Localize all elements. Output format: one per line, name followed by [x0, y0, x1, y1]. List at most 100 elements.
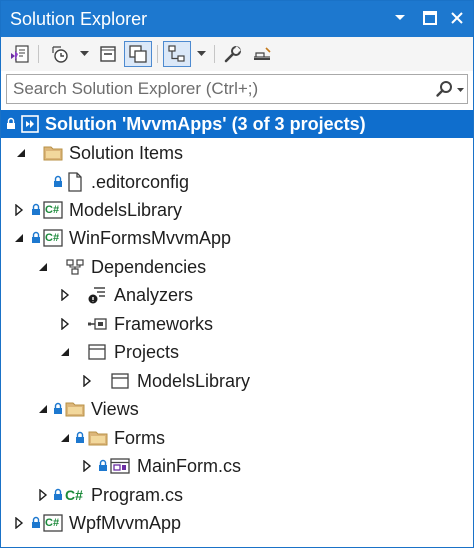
- tree-item-editorconfig[interactable]: .editorconfig: [1, 168, 473, 196]
- preview-icon: [254, 47, 271, 60]
- csharp-project-icon: C#: [43, 228, 63, 248]
- csharp-badge: C#: [45, 232, 60, 244]
- csharp-project-icon: C#: [43, 513, 63, 533]
- tree-item-projects[interactable]: Projects: [1, 338, 473, 366]
- show-all-files-button[interactable]: [124, 41, 152, 67]
- tree-item-label: Views: [91, 399, 139, 419]
- project-reference-icon: [111, 373, 129, 389]
- lock-icon: [76, 431, 84, 443]
- dependencies-icon: [66, 259, 84, 275]
- folder-icon: [43, 146, 63, 161]
- window-title: Solution Explorer: [10, 9, 148, 29]
- lock-icon: [54, 488, 62, 500]
- hierarchy-icon: [168, 45, 185, 62]
- lock-icon: [99, 459, 107, 471]
- projects-reference-icon: [88, 344, 106, 360]
- tree-item-label: MainForm.cs: [137, 456, 242, 476]
- lock-icon: [32, 516, 40, 528]
- lock-icon: [32, 203, 40, 215]
- expanded-arrow-icon[interactable]: [37, 403, 49, 415]
- tree-item-label: ModelsLibrary: [137, 371, 251, 391]
- expanded-arrow-icon[interactable]: [13, 232, 25, 244]
- tree-item-label: ModelsLibrary: [69, 200, 183, 220]
- solution-explorer-window: Solution Explorer Search Solution Explor…: [0, 0, 474, 548]
- expanded-arrow-icon[interactable]: [59, 432, 71, 444]
- tree-item-label: Solution Items: [69, 143, 184, 163]
- expanded-arrow-icon[interactable]: [37, 261, 49, 273]
- tree-item-label: .editorconfig: [91, 172, 190, 192]
- title-bar[interactable]: Solution Explorer: [1, 1, 473, 37]
- csharp-badge: C#: [65, 487, 83, 503]
- expanded-arrow-icon[interactable]: [15, 147, 27, 159]
- close-button[interactable]: [446, 7, 468, 29]
- tree-item-label: Analyzers: [114, 285, 194, 305]
- toolbar-separator: [38, 45, 39, 63]
- collapsed-arrow-icon[interactable]: [37, 489, 49, 501]
- frameworks-icon: [88, 318, 107, 330]
- tree-item-label: Solution 'MvvmApps' (3 of 3 projects): [45, 114, 366, 134]
- collapsed-arrow-icon[interactable]: [59, 318, 71, 330]
- tree-item-solution-items[interactable]: Solution Items: [1, 139, 473, 167]
- csharp-badge: C#: [45, 517, 60, 529]
- properties-button[interactable]: [220, 41, 246, 67]
- collapsed-arrow-icon[interactable]: [81, 375, 93, 387]
- tree-item-program[interactable]: C# Program.cs: [1, 481, 473, 509]
- csharp-badge: C#: [45, 204, 60, 216]
- lock-icon: [54, 175, 62, 187]
- tree-item-dependencies[interactable]: Dependencies: [1, 253, 473, 281]
- collapsed-arrow-icon[interactable]: [59, 289, 71, 301]
- collapsed-arrow-icon[interactable]: [81, 460, 93, 472]
- maximize-icon: [423, 11, 437, 25]
- sync-with-active-document-button[interactable]: [163, 41, 191, 67]
- collapse-all-button[interactable]: [95, 41, 121, 67]
- windows-form-icon: [110, 458, 130, 474]
- tree-item-views[interactable]: Views: [1, 395, 473, 423]
- sync-dropdown[interactable]: [194, 41, 208, 67]
- tree-item-label: Projects: [114, 342, 180, 362]
- search-input[interactable]: [7, 75, 427, 103]
- pending-changes-filter-button[interactable]: [45, 41, 73, 67]
- tree-item-winforms-app[interactable]: C# WinFormsMvvmApp: [1, 224, 473, 252]
- collapsed-arrow-icon[interactable]: [13, 204, 25, 216]
- solution-icon: [21, 115, 39, 133]
- switch-views-button[interactable]: [7, 41, 33, 67]
- chevron-down-icon: [79, 51, 89, 56]
- preview-selected-items-button[interactable]: [249, 41, 275, 67]
- close-icon: [451, 12, 463, 24]
- maximize-button[interactable]: [419, 7, 441, 29]
- tree-item-main-form[interactable]: MainForm.cs: [1, 452, 473, 480]
- chevron-down-icon: [395, 15, 405, 20]
- tree-item-forms[interactable]: Forms: [1, 424, 473, 452]
- csharp-file-icon: C#: [65, 485, 85, 505]
- file-icon: [68, 172, 82, 192]
- toolbar: [1, 37, 473, 71]
- expanded-arrow-icon[interactable]: [59, 346, 71, 358]
- csharp-project-icon: C#: [43, 200, 63, 220]
- tree-item-label: Forms: [114, 428, 165, 448]
- wrench-icon: [224, 46, 241, 63]
- collapsed-arrow-icon[interactable]: [13, 517, 25, 529]
- tree-item-solution[interactable]: Solution 'MvvmApps' (3 of 3 projects): [1, 110, 473, 138]
- visual-studio-document-icon: [11, 45, 29, 63]
- toolbar-separator: [157, 45, 158, 63]
- clock-icon: [52, 46, 68, 63]
- tree-item-wpf-app[interactable]: C# WpfMvvmApp: [1, 509, 473, 537]
- toolbar-separator: [214, 45, 215, 63]
- tree-item-projects-models-library[interactable]: ModelsLibrary: [1, 367, 473, 395]
- tree-item-analyzers[interactable]: Analyzers: [1, 281, 473, 309]
- tree-item-models-library[interactable]: C# ModelsLibrary: [1, 196, 473, 224]
- tree-item-label: Frameworks: [114, 314, 214, 334]
- tree-item-frameworks[interactable]: Frameworks: [1, 310, 473, 338]
- lock-icon: [7, 117, 15, 129]
- window-position-dropdown-button[interactable]: [389, 7, 411, 29]
- collapse-all-icon: [100, 46, 116, 62]
- tree-item-label: Dependencies: [91, 257, 207, 277]
- folder-icon: [88, 431, 108, 446]
- tree-item-label: WinFormsMvvmApp: [69, 228, 232, 248]
- search-box[interactable]: [6, 74, 468, 104]
- tree-item-label: Program.cs: [91, 485, 184, 505]
- pending-changes-dropdown[interactable]: [77, 41, 91, 67]
- analyzers-icon: [88, 287, 105, 304]
- search-options-button[interactable]: [435, 80, 465, 105]
- chevron-down-icon: [196, 51, 206, 56]
